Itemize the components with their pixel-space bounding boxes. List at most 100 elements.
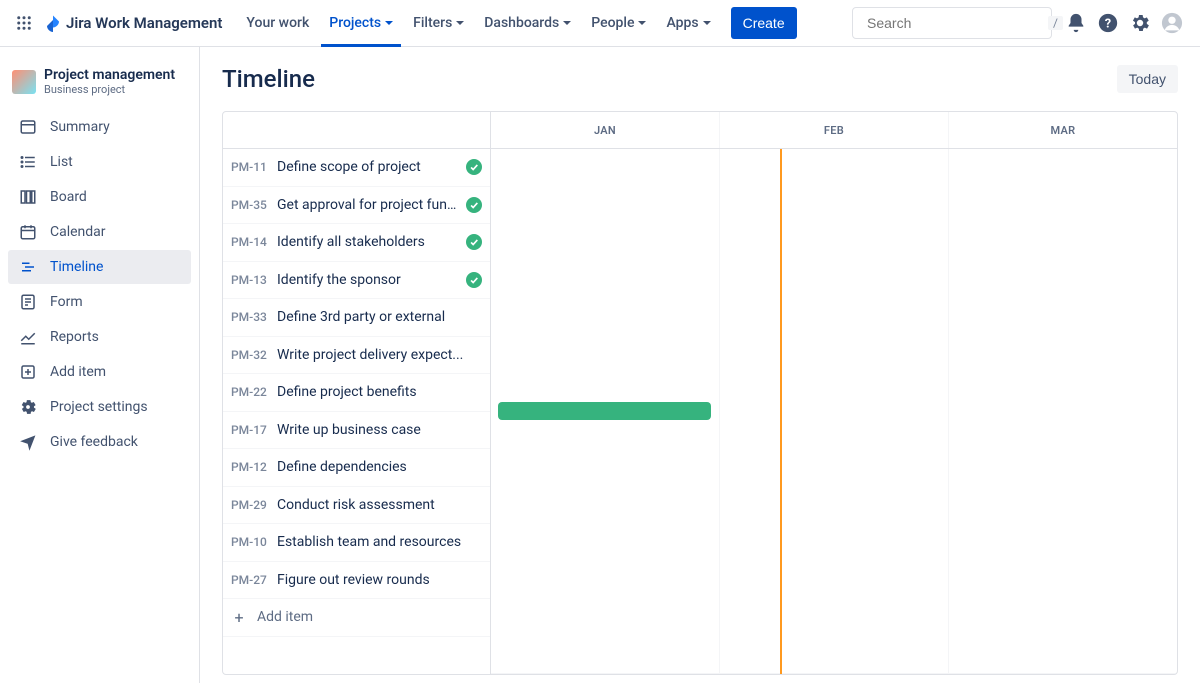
nav-active-underline [321, 44, 401, 47]
task-row[interactable]: PM-22Define project benefits [223, 374, 490, 411]
sidebar-item-summary[interactable]: Summary [8, 110, 191, 144]
task-bar-row [491, 674, 1177, 675]
app-switcher-icon[interactable] [12, 11, 36, 35]
task-row[interactable]: PM-29Conduct risk assessment [223, 487, 490, 524]
sidebar-icon [18, 432, 38, 452]
task-key: PM-29 [231, 498, 277, 512]
nav-dashboards[interactable]: Dashboards [476, 7, 579, 39]
nav-dashboards-label: Dashboards [484, 15, 559, 31]
task-row[interactable]: PM-17Write up business case [223, 412, 490, 449]
task-title: Identify the sponsor [277, 272, 460, 288]
nav-apps[interactable]: Apps [658, 7, 718, 39]
task-bar[interactable] [498, 402, 711, 420]
nav-filters-label: Filters [413, 15, 452, 31]
task-row[interactable]: PM-10Establish team and resources [223, 524, 490, 561]
project-name: Project management [44, 67, 175, 83]
brand[interactable]: Jira Work Management [44, 14, 222, 32]
profile-avatar[interactable] [1156, 7, 1188, 39]
sidebar-item-label: Summary [50, 119, 110, 135]
sidebar-item-timeline[interactable]: Timeline [8, 250, 191, 284]
sidebar-icon [18, 187, 38, 207]
project-header[interactable]: Project management Business project [0, 61, 199, 110]
nav-projects[interactable]: Projects [321, 7, 401, 39]
timeline-months: JANFEBMAR [491, 112, 1177, 148]
create-button[interactable]: Create [731, 7, 797, 39]
nav-people-label: People [591, 15, 634, 31]
task-title: Write up business case [277, 422, 476, 438]
brand-text: Jira Work Management [66, 14, 222, 32]
chevron-down-icon [456, 21, 464, 25]
chevron-down-icon [638, 21, 646, 25]
top-right-icons: ? [1060, 7, 1188, 39]
main-content: Timeline Today JANFEBMAR PM-11Define sco… [200, 47, 1200, 683]
task-key: PM-10 [231, 535, 277, 549]
sidebar-item-label: List [50, 154, 73, 170]
chevron-down-icon [385, 21, 393, 25]
add-item-label: Add item [257, 609, 313, 625]
sidebar-icon [18, 257, 38, 277]
nav-your-work[interactable]: Your work [238, 7, 317, 39]
sidebar-icon [18, 117, 38, 137]
sidebar-item-form[interactable]: Form [8, 285, 191, 319]
task-title: Define scope of project [277, 159, 460, 175]
task-title: Figure out review rounds [277, 572, 476, 588]
today-marker [780, 149, 782, 674]
sidebar-item-label: Reports [50, 329, 99, 345]
sidebar-icon [18, 397, 38, 417]
task-title: Establish team and resources [277, 534, 476, 550]
top-navigation: Jira Work Management Your work Projects … [0, 0, 1200, 47]
sidebar-icon [18, 222, 38, 242]
nav-filters[interactable]: Filters [405, 7, 472, 39]
task-title: Define 3rd party or external [277, 309, 476, 325]
project-icon [12, 70, 36, 94]
settings-icon[interactable] [1124, 7, 1156, 39]
notifications-icon[interactable] [1060, 7, 1092, 39]
task-title: Write project delivery expect... [277, 347, 476, 363]
done-check-icon [466, 272, 482, 288]
task-row[interactable]: PM-27Figure out review rounds [223, 562, 490, 599]
sidebar-item-label: Form [50, 294, 83, 310]
sidebar-item-reports[interactable]: Reports [8, 320, 191, 354]
sidebar-item-calendar[interactable]: Calendar [8, 215, 191, 249]
task-row[interactable]: PM-13Identify the sponsor [223, 262, 490, 299]
task-row[interactable]: PM-11Define scope of project [223, 149, 490, 186]
task-title: Define dependencies [277, 459, 476, 475]
task-row[interactable]: PM-35Get approval for project fund... [223, 187, 490, 224]
today-button[interactable]: Today [1117, 65, 1178, 93]
svg-text:?: ? [1105, 17, 1111, 32]
sidebar-item-project-settings[interactable]: Project settings [8, 390, 191, 424]
timeline-container: JANFEBMAR PM-11Define scope of projectPM… [222, 111, 1178, 675]
sidebar-item-give-feedback[interactable]: Give feedback [8, 425, 191, 459]
search-box[interactable]: / [852, 7, 1052, 39]
task-row[interactable]: PM-32Write project delivery expect... [223, 337, 490, 374]
task-key: PM-17 [231, 423, 277, 437]
timeline-left-header [223, 112, 491, 148]
add-item-row[interactable]: +Add item [223, 599, 490, 637]
task-title: Get approval for project fund... [277, 197, 460, 213]
search-input[interactable] [867, 15, 1048, 31]
sidebar-item-label: Timeline [50, 259, 103, 275]
timeline-header: JANFEBMAR [223, 112, 1177, 149]
task-key: PM-13 [231, 273, 277, 287]
task-key: PM-35 [231, 198, 277, 212]
help-icon[interactable]: ? [1092, 7, 1124, 39]
sidebar-item-label: Add item [50, 364, 106, 380]
task-key: PM-33 [231, 310, 277, 324]
month-header: FEB [720, 112, 949, 148]
task-row[interactable]: PM-14Identify all stakeholders [223, 224, 490, 261]
task-title: Conduct risk assessment [277, 497, 476, 513]
task-key: PM-32 [231, 348, 277, 362]
task-row[interactable]: PM-12Define dependencies [223, 449, 490, 486]
task-row[interactable]: PM-33Define 3rd party or external [223, 299, 490, 336]
sidebar-icon [18, 362, 38, 382]
task-key: PM-14 [231, 235, 277, 249]
sidebar-item-list[interactable]: List [8, 145, 191, 179]
timeline-chart [491, 149, 1177, 674]
month-header: MAR [949, 112, 1177, 148]
nav-your-work-label: Your work [246, 15, 309, 31]
sidebar-item-add-item[interactable]: Add item [8, 355, 191, 389]
done-check-icon [466, 234, 482, 250]
nav-people[interactable]: People [583, 7, 654, 39]
sidebar-item-board[interactable]: Board [8, 180, 191, 214]
month-header: JAN [491, 112, 720, 148]
